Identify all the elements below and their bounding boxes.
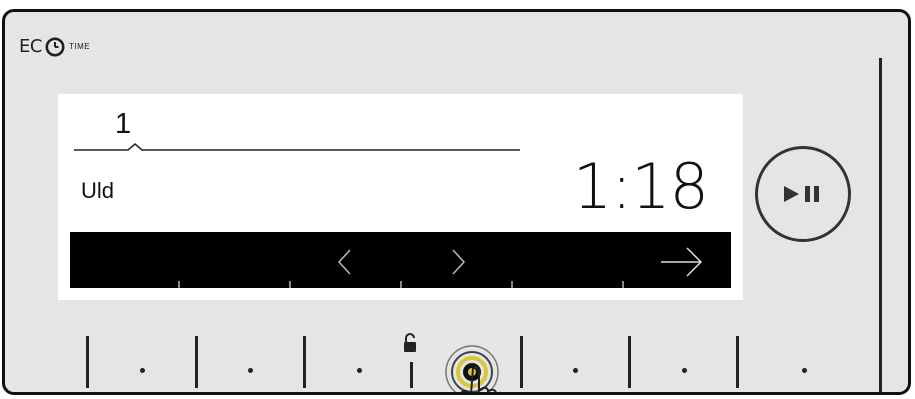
time-remaining[interactable]: 1:18	[573, 150, 709, 223]
program-key-6[interactable]	[802, 368, 807, 373]
program-key-1[interactable]	[140, 368, 145, 373]
key-separator	[736, 336, 739, 388]
chevron-left-icon[interactable]	[334, 246, 356, 278]
play-pause-button[interactable]	[755, 146, 851, 242]
control-panel: EC TIME 1 Uld 1:18	[2, 9, 911, 395]
navigation-bar	[70, 232, 731, 288]
program-key-5[interactable]	[682, 368, 687, 373]
play-pause-icon	[784, 186, 819, 202]
nav-tick	[511, 281, 513, 288]
key-separator	[86, 336, 89, 388]
padlock-icon	[404, 333, 416, 352]
nav-tick	[178, 281, 180, 288]
clock-icon	[45, 37, 65, 56]
key-separator	[628, 336, 631, 388]
arrow-right-icon[interactable]	[659, 246, 705, 278]
key-separator	[410, 362, 413, 388]
ec-logo-text: EC	[19, 36, 42, 57]
program-number: 1	[115, 108, 132, 140]
key-separator	[303, 336, 306, 388]
time-logo-text: TIME	[68, 42, 91, 51]
program-name[interactable]: Uld	[81, 178, 114, 204]
program-key-4[interactable]	[573, 368, 578, 373]
key-separator	[520, 336, 523, 388]
display-screen: 1 Uld 1:18	[58, 94, 743, 300]
program-underline	[74, 143, 520, 151]
right-divider	[879, 58, 882, 392]
program-key-3[interactable]	[357, 368, 362, 373]
chevron-right-icon[interactable]	[447, 246, 469, 278]
nav-tick	[622, 281, 624, 288]
nav-tick	[289, 281, 291, 288]
program-key-2[interactable]	[248, 368, 253, 373]
key-separator	[195, 336, 198, 388]
hand-pointer-icon	[460, 366, 502, 392]
nav-tick	[400, 281, 402, 288]
ec-time-logo: EC TIME	[19, 36, 90, 57]
